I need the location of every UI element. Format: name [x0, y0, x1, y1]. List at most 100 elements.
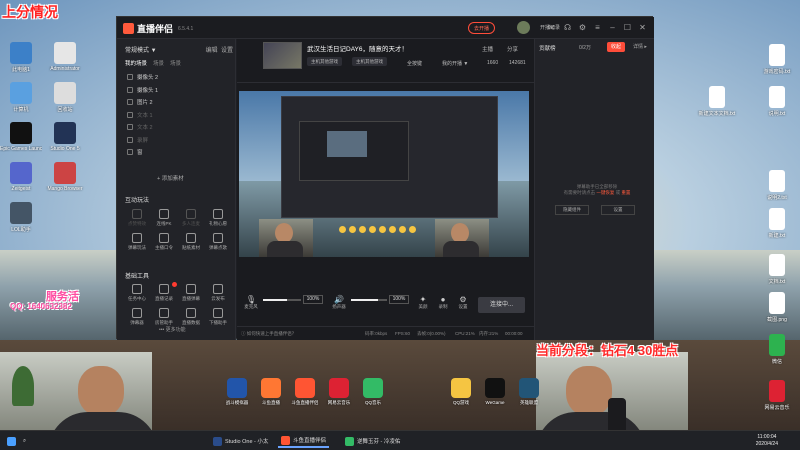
- desktop-icon[interactable]: 计算机: [0, 82, 42, 113]
- source-checkbox[interactable]: [127, 74, 133, 81]
- feature-button[interactable]: 弹幕点歌: [206, 233, 230, 251]
- feature-button[interactable]: 任务中心: [125, 284, 149, 302]
- feature-button[interactable]: 直播数据: [179, 308, 203, 326]
- feature-button[interactable]: 云发布: [206, 284, 230, 302]
- settings-icon[interactable]: ⚙: [578, 23, 587, 32]
- desktop-shortcut[interactable]: QQ音乐: [356, 378, 390, 406]
- mic-volume-value[interactable]: 100%: [303, 295, 323, 304]
- source-item[interactable]: 摄像头 2: [127, 71, 231, 84]
- source-item[interactable]: 窗: [127, 146, 231, 159]
- desktop-icon[interactable]: Administrator: [44, 42, 86, 72]
- desktop-icon[interactable]: 微信: [756, 334, 798, 365]
- hide-widget-button[interactable]: 隐藏组件: [555, 205, 589, 215]
- source-checkbox[interactable]: [127, 136, 133, 143]
- clock[interactable]: 11:00:04 2020/4/24: [756, 434, 778, 448]
- edit-link[interactable]: 编辑: [206, 48, 218, 54]
- feature-button[interactable]: 多人连麦: [179, 209, 203, 227]
- avatar[interactable]: [517, 21, 530, 34]
- minimize-icon[interactable]: –: [608, 23, 617, 32]
- desktop-icon[interactable]: Epic Games Launcher: [0, 122, 42, 152]
- go-live-button[interactable]: 去开播: [468, 22, 496, 34]
- settings-link[interactable]: 设置: [221, 48, 233, 54]
- mic-volume-slider[interactable]: [263, 299, 301, 301]
- tab-scene-2[interactable]: 场景: [153, 59, 164, 67]
- desktop-icon[interactable]: 新建文本文档.txt: [696, 86, 738, 117]
- desktop-icon[interactable]: 此电脑1: [0, 42, 42, 73]
- source-checkbox[interactable]: [127, 86, 133, 93]
- desktop-shortcut[interactable]: 网易云音乐: [322, 378, 356, 406]
- mode-selector[interactable]: 常规模式 ▼: [125, 45, 157, 54]
- restore-link[interactable]: 一键恢复: [596, 190, 614, 195]
- taskbar-item[interactable]: Studio One - 小太: [210, 434, 271, 448]
- desktop-icon[interactable]: 说明.txt: [756, 86, 798, 117]
- desktop-icon[interactable]: 文档.txt: [756, 254, 798, 285]
- beauty-icon[interactable]: ✦ 美颜: [413, 295, 433, 310]
- anchor-label[interactable]: 主播: [482, 45, 493, 53]
- collapse-button[interactable]: 收起: [607, 42, 626, 52]
- category-tag-2[interactable]: 主机其他游戏: [352, 57, 387, 66]
- desktop-icon[interactable]: 网易云音乐: [756, 380, 798, 411]
- gear-icon[interactable]: ⚙ 设置: [453, 295, 473, 310]
- source-checkbox[interactable]: [127, 124, 133, 131]
- close-icon[interactable]: ✕: [638, 23, 647, 32]
- desktop-shortcut[interactable]: 战斗模拟器: [220, 378, 254, 406]
- feature-button[interactable]: 连线PK: [152, 209, 176, 227]
- source-item[interactable]: 录屏: [127, 134, 231, 147]
- desktop-icon[interactable]: 说明2.txt: [756, 170, 798, 201]
- feature-button[interactable]: 主播口令: [152, 233, 176, 251]
- microphone-icon[interactable]: 🎙 麦克风: [241, 295, 261, 310]
- feature-button[interactable]: 点赞特效: [125, 209, 149, 227]
- taskbar-item[interactable]: 斗鱼直播伴侣: [278, 434, 330, 448]
- tag-button[interactable]: 全按键: [407, 60, 422, 67]
- desktop-icon[interactable]: Mango Browser: [44, 162, 86, 192]
- desktop-icon[interactable]: Studio One 5: [44, 122, 86, 152]
- source-item[interactable]: 摄像头 1: [127, 84, 231, 97]
- speaker-volume-slider[interactable]: [351, 299, 387, 301]
- stream-cover-thumbnail[interactable]: [263, 42, 302, 69]
- speaker-volume-value[interactable]: 100%: [389, 295, 409, 304]
- desktop-shortcut[interactable]: QQ游戏: [444, 378, 478, 406]
- maximize-icon[interactable]: ☐: [623, 23, 632, 32]
- start-live-button[interactable]: 连接中...: [478, 297, 525, 313]
- desktop-icon[interactable]: 游戏密码.txt: [756, 44, 798, 75]
- notice-button[interactable]: 我的开播 ▼: [442, 60, 468, 67]
- details-button[interactable]: 详情 ▸: [629, 42, 651, 52]
- source-checkbox[interactable]: [127, 149, 133, 156]
- reset-link[interactable]: 重置: [621, 190, 630, 195]
- share-button[interactable]: 分享: [507, 45, 518, 53]
- desktop-icon[interactable]: LOL助手: [0, 202, 42, 233]
- feature-button[interactable]: 直播弹幕: [179, 284, 203, 302]
- tab-scene-3[interactable]: 场景: [170, 59, 181, 67]
- source-item[interactable]: 文本 1: [127, 109, 231, 122]
- menu-icon[interactable]: ≡: [593, 23, 602, 32]
- source-item[interactable]: 图片 2: [127, 96, 231, 109]
- taskbar-item[interactable]: 逆舞玉芬 - 冷凌佑: [342, 434, 403, 448]
- desktop-shortcut[interactable]: 斗鱼直播: [254, 378, 288, 406]
- start-button[interactable]: [4, 434, 19, 448]
- feature-button[interactable]: 弹幕器: [125, 308, 149, 326]
- category-tag[interactable]: 主机其他游戏: [307, 57, 342, 66]
- message-icon[interactable]: ✉: [547, 23, 556, 32]
- source-checkbox[interactable]: [127, 99, 133, 106]
- more-features-button[interactable]: ••• 更多功能: [159, 326, 186, 333]
- title-bar[interactable]: 直播伴侣 6.5.4.1 去开播 开播记录 ✉ ☊ ⚙ ≡ – ☐ ✕: [117, 17, 654, 39]
- status-notice[interactable]: ⓘ 如何快速上手直播伴侣？: [241, 331, 296, 337]
- source-item[interactable]: 文本 2: [127, 121, 231, 134]
- stream-title[interactable]: 武汉生活日记DAY6，随意的天才！: [307, 43, 408, 53]
- desktop-icon[interactable]: Zeitgeist: [0, 162, 42, 192]
- speaker-icon[interactable]: 🔊 扬声器: [329, 295, 349, 310]
- headset-icon[interactable]: ☊: [563, 23, 572, 32]
- feature-button[interactable]: 贴纸素材: [179, 233, 203, 251]
- search-icon[interactable]: ⌕: [20, 434, 29, 448]
- add-source-button[interactable]: + 添加素材: [157, 174, 184, 182]
- desktop-shortcut[interactable]: 英雄联盟: [512, 378, 546, 406]
- tab-my-scene[interactable]: 我的场景: [125, 59, 147, 67]
- widget-settings-button[interactable]: 设置: [601, 205, 635, 215]
- feature-button[interactable]: 房管助手: [152, 308, 176, 326]
- desktop-shortcut[interactable]: WeGame: [478, 378, 512, 406]
- source-checkbox[interactable]: [127, 111, 133, 118]
- stream-preview[interactable]: [239, 91, 529, 257]
- feature-button[interactable]: 弹幕玩法: [125, 233, 149, 251]
- desktop-icon[interactable]: 回收站: [44, 82, 86, 113]
- desktop-icon[interactable]: 新建.txt: [756, 208, 798, 239]
